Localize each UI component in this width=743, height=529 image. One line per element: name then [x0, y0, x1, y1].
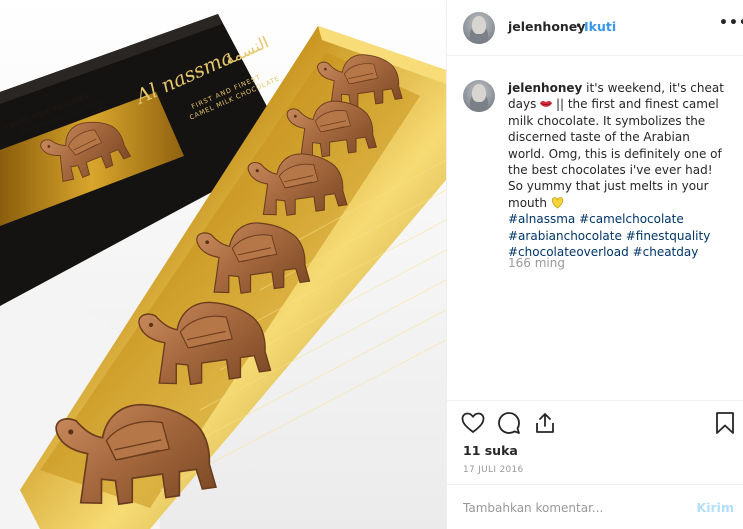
follow-button[interactable]: Ikuti: [584, 19, 616, 34]
separator-dot: •: [575, 19, 583, 33]
post-comment-button[interactable]: Kirim: [697, 500, 734, 515]
post-date: 17 JULI 2016: [463, 465, 524, 475]
hashtag-link[interactable]: #alnassma: [508, 212, 575, 226]
hashtag-link[interactable]: #arabianchocolate: [508, 229, 622, 243]
caption-avatar[interactable]: [463, 80, 495, 112]
caption-time-ago: 166 ming: [508, 256, 565, 270]
comment-button[interactable]: [497, 411, 523, 437]
hashtag-link[interactable]: #camelchocolate: [579, 212, 684, 226]
lips-emoji-icon: [540, 101, 553, 108]
header-username[interactable]: jelenhoney: [508, 19, 585, 34]
like-button[interactable]: [461, 411, 487, 437]
heart-icon: [461, 412, 485, 433]
post-header: jelenhoney • Ikuti •••: [447, 0, 743, 56]
share-button[interactable]: [533, 411, 559, 437]
comment-icon: [498, 412, 520, 434]
more-options-icon[interactable]: •••: [719, 15, 743, 31]
share-icon: [536, 413, 554, 433]
comment-input[interactable]: [463, 498, 683, 518]
comment-box: Kirim: [447, 484, 743, 529]
caption-username[interactable]: jelenhoney: [508, 81, 582, 95]
post-side-panel: jelenhoney • Ikuti ••• jelenhoney it's w…: [446, 0, 743, 529]
bookmark-icon: [716, 412, 734, 434]
caption-text-part-2: || the first and finest camel milk choco…: [508, 97, 722, 210]
post-photo[interactable]: Al nassma النسمة FIRST AND FINEST CAMEL …: [0, 0, 446, 529]
hashtag-link[interactable]: #finestquality: [626, 229, 711, 243]
yellow-heart-emoji-icon: [551, 196, 563, 209]
save-button[interactable]: [713, 411, 739, 437]
avatar[interactable]: [463, 12, 495, 44]
caption-text: jelenhoney it's weekend, it's cheat days…: [508, 80, 730, 260]
chocolate-box-image: Al nassma النسمة FIRST AND FINEST CAMEL …: [0, 0, 446, 529]
hashtag-link[interactable]: #cheatday: [633, 245, 699, 259]
likes-count[interactable]: 11 suka: [463, 443, 518, 458]
